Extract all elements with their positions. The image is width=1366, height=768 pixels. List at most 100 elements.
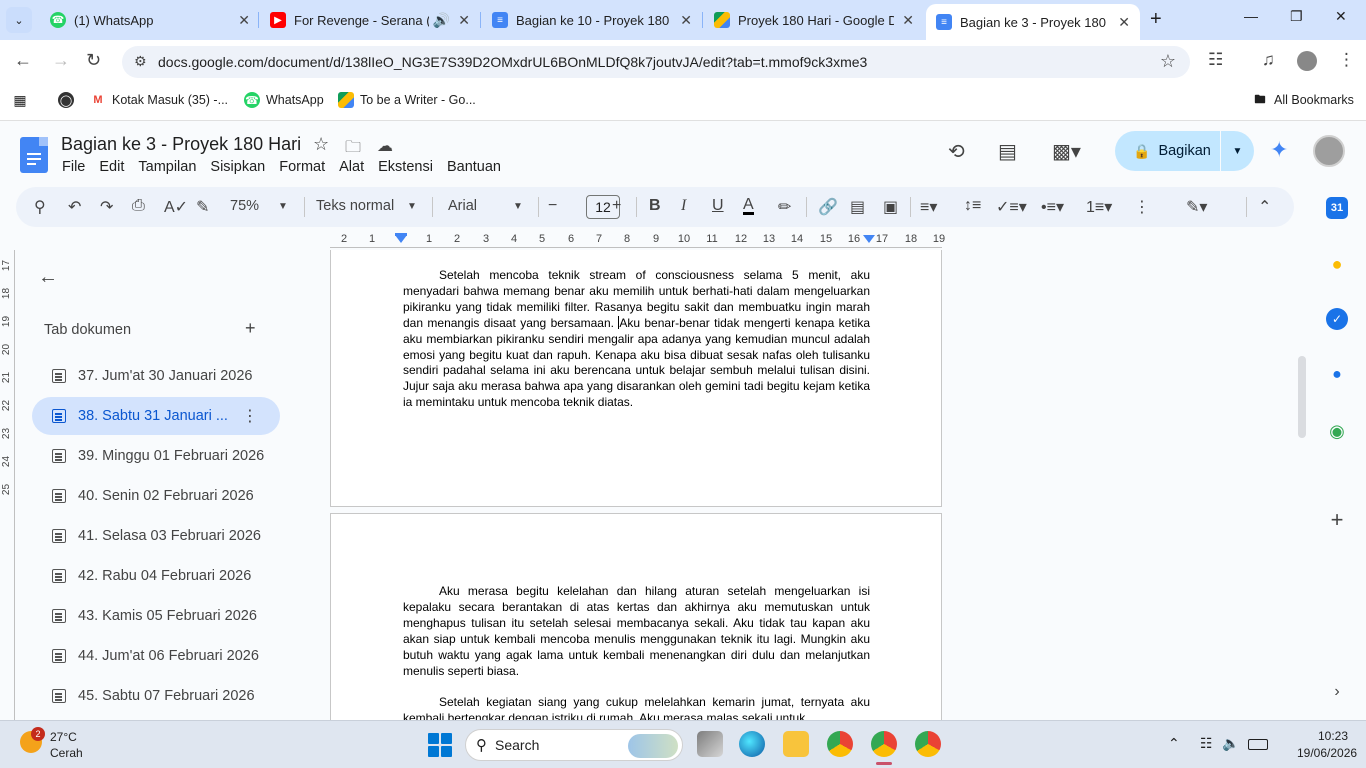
doc-tab-42[interactable]: 42. Rabu 04 Februari 2026	[32, 557, 280, 595]
battery-icon[interactable]	[1248, 739, 1268, 750]
file-explorer-icon[interactable]	[783, 731, 809, 757]
task-view-icon[interactable]	[697, 731, 723, 757]
chrome-profile-icon[interactable]	[871, 731, 897, 765]
more-options-icon[interactable]: ⋮	[1134, 197, 1150, 217]
taskbar-search-box[interactable]: ⚲ Search	[465, 729, 683, 761]
doc-tab-45[interactable]: 45. Sabtu 07 Februari 2026	[32, 677, 280, 715]
start-windows-icon[interactable]	[428, 733, 452, 757]
apps-grid-icon[interactable]: ▦	[12, 92, 34, 108]
gemini-sparkle-icon[interactable]: ✦	[1270, 137, 1288, 163]
decrease-font-icon[interactable]: −	[548, 197, 557, 215]
tab-more-icon[interactable]: ⋮	[242, 406, 258, 426]
extensions-icon[interactable]: ☷	[1208, 50, 1223, 70]
doc-tab-40[interactable]: 40. Senin 02 Februari 2026	[32, 477, 280, 515]
add-tab-plus-icon[interactable]: +	[245, 318, 256, 339]
close-outline-arrow-icon[interactable]: ←	[38, 266, 58, 289]
chrome-profile-2-icon[interactable]	[915, 731, 941, 757]
expand-panel-chevron-icon[interactable]: ›	[1326, 681, 1348, 703]
clock-date[interactable]: 19/06/2026	[1297, 746, 1357, 760]
reload-icon[interactable]: ↻	[86, 50, 101, 71]
doc-tab-44[interactable]: 44. Jum'at 06 Februari 2026	[32, 637, 280, 675]
star-icon[interactable]: ☆	[313, 134, 329, 155]
body-paragraph[interactable]: Setelah mencoba teknik stream of conscio…	[403, 268, 870, 411]
wifi-icon[interactable]: ☷	[1200, 735, 1213, 752]
insert-image-icon[interactable]: ▣	[883, 197, 898, 217]
calendar-icon[interactable]: 31	[1326, 197, 1348, 219]
doc-tab-39[interactable]: 39. Minggu 01 Februari 2026	[32, 437, 280, 475]
address-bar[interactable]: ⚙ docs.google.com/document/d/138lIeO_NG3…	[122, 46, 1190, 78]
forward-icon[interactable]: →	[52, 50, 70, 71]
maps-pin-icon[interactable]: ◉	[1326, 420, 1348, 442]
document-page[interactable]: Setelah mencoba teknik stream of conscio…	[330, 250, 942, 507]
right-indent-marker[interactable]	[863, 235, 875, 243]
increase-font-icon[interactable]: +	[612, 197, 621, 215]
browser-tab-drive[interactable]: Proyek 180 Hari - Google Dr ✕	[704, 4, 924, 36]
menu-extensions[interactable]: Ekstensi	[378, 159, 433, 175]
tray-chevron-up-icon[interactable]: ⌃	[1168, 735, 1180, 752]
bookmark-writer[interactable]: To be a Writer - Go...	[338, 92, 476, 108]
align-icon[interactable]: ≡▾	[920, 197, 937, 217]
doc-tab-43[interactable]: 43. Kamis 05 Februari 2026	[32, 597, 280, 635]
bold-icon[interactable]: B	[649, 197, 661, 215]
globe-icon[interactable]: ◯	[58, 92, 80, 108]
zoom-chevron-down-icon[interactable]: ▼	[278, 201, 288, 212]
tab-search-chevron-icon[interactable]: ⌄	[6, 7, 32, 33]
contacts-person-icon[interactable]: ●	[1326, 364, 1348, 386]
menu-help[interactable]: Bantuan	[447, 159, 501, 175]
redo-icon[interactable]: ↷	[100, 197, 113, 217]
browser-tab-bagian-10[interactable]: ≡ Bagian ke 10 - Proyek 180 H ✕	[482, 4, 702, 36]
spellcheck-icon[interactable]: A✓	[164, 197, 188, 217]
volume-icon[interactable]: 🔈	[1222, 735, 1239, 752]
text-color-icon[interactable]: A	[743, 197, 754, 215]
search-menus-icon[interactable]: ⚲	[34, 197, 46, 217]
editing-mode-icon[interactable]: ✎▾	[1186, 197, 1207, 217]
line-spacing-icon[interactable]: ↕≡	[964, 197, 981, 215]
checklist-icon[interactable]: ✓≡▾	[996, 197, 1027, 217]
italic-icon[interactable]: I	[681, 197, 686, 215]
document-page[interactable]: Aku merasa begitu kelelahan dan hilang a…	[330, 513, 942, 720]
underline-icon[interactable]: U	[712, 197, 724, 215]
speaker-icon[interactable]: 🔊	[433, 12, 450, 29]
menu-tools[interactable]: Alat	[339, 159, 364, 175]
font-chevron-down-icon[interactable]: ▼	[513, 201, 523, 212]
get-addons-plus-icon[interactable]: +	[1326, 507, 1348, 532]
close-icon[interactable]: ✕	[238, 12, 250, 29]
back-icon[interactable]: ←	[14, 50, 32, 71]
body-paragraph[interactable]: Aku merasa begitu kelelahan dan hilang a…	[403, 584, 870, 679]
edge-browser-icon[interactable]	[739, 731, 765, 757]
all-bookmarks[interactable]: 🖿 All Bookmarks	[1252, 92, 1354, 108]
style-chevron-down-icon[interactable]: ▼	[407, 201, 417, 212]
horizontal-ruler[interactable]: 2 1 1 2 3 4 5 6 7 8 9 10 11 12 13 14 15 …	[330, 229, 945, 249]
link-icon[interactable]: 🔗	[818, 197, 838, 217]
docs-logo-icon[interactable]	[20, 137, 48, 173]
tasks-check-icon[interactable]: ✓	[1326, 308, 1348, 330]
print-icon[interactable]: ⎙	[132, 197, 145, 215]
menu-format[interactable]: Format	[279, 159, 325, 175]
bookmark-whatsapp[interactable]: ☎ WhatsApp	[244, 92, 324, 108]
browser-tab-whatsapp[interactable]: ☎ (1) WhatsApp ✕	[40, 4, 260, 36]
doc-tab-41[interactable]: 41. Selasa 03 Februari 2026	[32, 517, 280, 555]
more-menu-icon[interactable]: ⋮	[1338, 50, 1355, 70]
bullet-list-icon[interactable]: •≡▾	[1041, 197, 1064, 217]
paint-format-icon[interactable]: ✎	[196, 197, 209, 217]
weather-temperature[interactable]: 27°C	[50, 730, 77, 744]
share-dropdown-icon[interactable]: ▼	[1220, 131, 1254, 171]
highlight-icon[interactable]: ✏	[778, 197, 791, 217]
doc-tab-38[interactable]: 38. Sabtu 31 Januari ... ⋮	[32, 397, 280, 435]
add-comment-icon[interactable]: ▤	[850, 197, 865, 217]
share-button[interactable]: 🔒 Bagikan ▼	[1115, 131, 1254, 171]
doc-tab-37[interactable]: 37. Jum'at 30 Januari 2026	[32, 357, 280, 395]
clock-time[interactable]: 10:23	[1318, 729, 1348, 743]
font-select[interactable]: Arial	[448, 198, 477, 214]
numbered-list-icon[interactable]: 1≡▾	[1086, 197, 1112, 217]
bookmark-star-icon[interactable]: ☆	[1160, 51, 1176, 72]
new-tab-icon[interactable]: +	[1150, 8, 1162, 31]
close-icon[interactable]: ✕	[458, 12, 470, 29]
close-icon[interactable]: ✕	[680, 12, 692, 29]
close-icon[interactable]: ✕	[902, 12, 914, 29]
meet-camera-icon[interactable]: ▩▾	[1052, 139, 1081, 164]
site-info-icon[interactable]: ⚙	[134, 53, 147, 70]
chrome-icon[interactable]	[827, 731, 853, 757]
version-history-icon[interactable]: ⟲	[948, 139, 965, 164]
keep-bulb-icon[interactable]: ●	[1326, 253, 1348, 275]
